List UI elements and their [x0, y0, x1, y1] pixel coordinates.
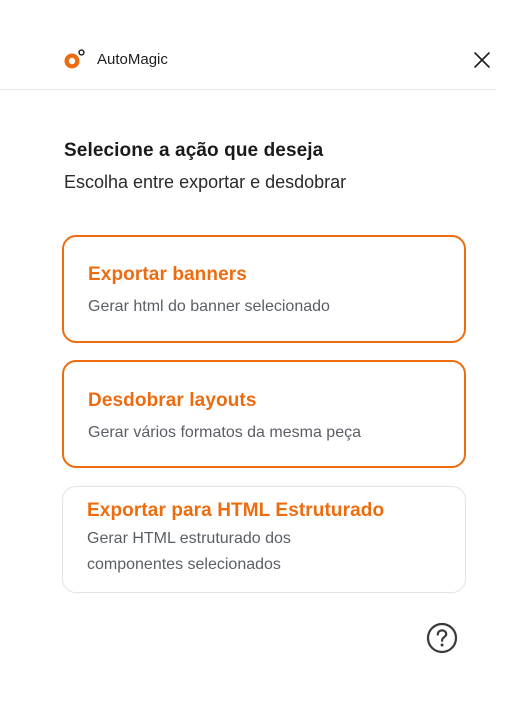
action-card-title: Exportar para HTML Estruturado	[87, 500, 385, 521]
app-name: AutoMagic	[97, 51, 168, 68]
brand: AutoMagic	[0, 48, 168, 72]
action-card-description: Gerar vários formatos da mesma peça	[88, 424, 361, 441]
help-button[interactable]	[426, 622, 458, 654]
help-circle-icon	[426, 622, 458, 654]
automagic-logo-icon	[62, 48, 86, 72]
intro-subtitle: Escolha entre exportar e desdobrar	[64, 172, 347, 192]
action-card-export-banners[interactable]: Exportar banners Gerar html do banner se…	[62, 235, 466, 343]
panel-header: AutoMagic	[0, 38, 496, 90]
automagic-panel: AutoMagic Selecione a ação que deseja Es…	[0, 0, 529, 716]
intro-title: Selecione a ação que deseja	[64, 140, 324, 161]
close-button[interactable]	[470, 48, 494, 72]
action-card-description: Gerar HTML estruturado dos componentes s…	[87, 530, 291, 573]
action-card-export-structured-html[interactable]: Exportar para HTML Estruturado Gerar HTM…	[62, 486, 466, 593]
header-divider	[31, 89, 496, 90]
intro-section: Selecione a ação que deseja Escolha entr…	[64, 140, 346, 193]
action-card-description: Gerar html do banner selecionado	[88, 298, 330, 315]
action-card-title: Desdobrar layouts	[88, 390, 257, 411]
action-card-title: Exportar banners	[88, 264, 247, 285]
close-icon	[474, 51, 490, 68]
action-card-unfold-layouts[interactable]: Desdobrar layouts Gerar vários formatos …	[62, 360, 466, 468]
